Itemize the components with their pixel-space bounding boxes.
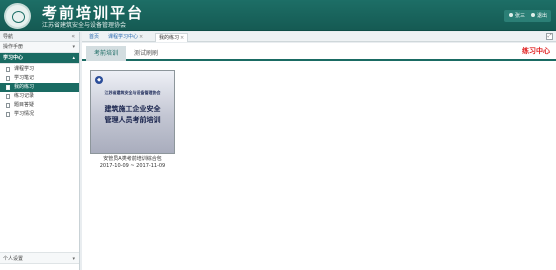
- user-label: 张三: [514, 13, 525, 19]
- tab-my-practice[interactable]: 我的练习×: [155, 33, 189, 42]
- subtab-quiz[interactable]: 测试刷刷: [128, 46, 164, 61]
- course-name: 安管员A类考前培训综合包: [103, 156, 162, 162]
- chevron-up-icon: ▴: [72, 55, 75, 61]
- chevron-down-icon: ▾: [72, 256, 75, 262]
- sidebar-header: 导航 «: [0, 32, 79, 42]
- top-header: 考前培训平台 江苏省建筑安全与设备管理协会 张三 退出: [0, 0, 556, 31]
- course-card[interactable]: ◆ 江苏省建筑安全与设备管理协会 建筑施工企业安全 管理人员考前培训: [90, 70, 175, 154]
- tab-home[interactable]: 首页: [86, 33, 102, 42]
- document-icon: [6, 76, 10, 81]
- nav-list: 课程学习 学习笔记 我的练习 练习记录 题目答疑 学习情况: [0, 64, 79, 119]
- sidebar-item-label: 我的练习: [14, 84, 35, 90]
- tab-label: 我的练习: [159, 35, 180, 41]
- chevron-down-icon: ▾: [72, 44, 75, 50]
- accordion-learning-label: 学习中心: [3, 55, 24, 61]
- sidebar-item-progress[interactable]: 学习情况: [0, 110, 79, 119]
- sidebar-item-course-study[interactable]: 课程学习: [0, 65, 79, 74]
- document-icon: [6, 94, 10, 99]
- close-icon[interactable]: ×: [139, 34, 143, 40]
- tab-course-center[interactable]: 课程学习中心×: [105, 33, 146, 42]
- logo-icon: [4, 3, 31, 29]
- sidebar-item-qa[interactable]: 题目答疑: [0, 101, 79, 110]
- close-icon[interactable]: ×: [180, 35, 184, 41]
- accordion-manual-label: 操作手册: [3, 44, 24, 50]
- sidebar-title: 导航: [3, 34, 14, 40]
- maximize-icon[interactable]: ⤢: [546, 33, 553, 40]
- tab-bar: 首页 课程学习中心× 我的练习× ⤢: [82, 32, 556, 42]
- accordion-personal[interactable]: 个人设置 ▾: [0, 252, 79, 264]
- document-icon: [6, 67, 10, 72]
- document-icon: [6, 103, 10, 108]
- accordion-learning[interactable]: 学习中心 ▴: [0, 53, 79, 64]
- sidebar-item-label: 学习笔记: [14, 75, 35, 81]
- section-title: 练习中心: [522, 47, 550, 55]
- sidebar-item-label: 题目答疑: [14, 102, 35, 108]
- course-caption[interactable]: 安管员A类考前培训综合包 2017-10-09 ~ 2017-11-09: [90, 156, 175, 170]
- card-title-line2: 管理人员考前培训: [104, 116, 161, 124]
- subtab-label: 测试刷刷: [133, 50, 158, 57]
- app-window: 考前培训平台 江苏省建筑安全与设备管理协会 张三 退出 导航 « 操作手册 ▾ …: [0, 0, 556, 270]
- sidebar-item-my-practice[interactable]: 我的练习: [0, 83, 79, 92]
- sidebar-item-label: 练习记录: [14, 93, 35, 99]
- tab-label: 课程学习中心: [108, 34, 139, 40]
- subtab-bar: 考前培训 测试刷刷 练习中心: [82, 43, 556, 61]
- sidebar-item-label: 课程学习: [14, 66, 35, 72]
- shield-icon: ◆: [95, 76, 103, 84]
- power-icon: [530, 13, 535, 17]
- tab-label: 首页: [89, 34, 100, 40]
- card-title-line1: 建筑施工企业安全: [104, 105, 161, 113]
- sidebar-item-notes[interactable]: 学习笔记: [0, 74, 79, 83]
- card-org: 江苏省建筑安全与设备管理协会: [104, 90, 161, 95]
- app-subtitle: 江苏省建筑安全与设备管理协会: [42, 22, 127, 29]
- main-content: 考前培训 测试刷刷 练习中心 ◆ 江苏省建筑安全与设备管理协会 建筑施工企业安全…: [82, 43, 556, 270]
- document-icon: [6, 112, 10, 117]
- subtab-pre-exam-training[interactable]: 考前培训: [86, 46, 126, 61]
- sidebar-item-label: 学习情况: [14, 111, 35, 117]
- course-dates: 2017-10-09 ~ 2017-11-09: [99, 163, 166, 169]
- subtab-label: 考前培训: [93, 50, 118, 57]
- exit-label: 退出: [536, 13, 547, 19]
- document-icon: [6, 85, 10, 90]
- exit-button[interactable]: 退出: [526, 10, 551, 22]
- sidebar-item-practice-records[interactable]: 练习记录: [0, 92, 79, 101]
- accordion-manual[interactable]: 操作手册 ▾: [0, 42, 79, 53]
- sidebar: 导航 « 操作手册 ▾ 学习中心 ▴ 课程学习 学习笔记 我的练习 练习记录 题…: [0, 32, 80, 270]
- user-icon: [508, 13, 513, 17]
- double-chevron-left-icon[interactable]: «: [71, 32, 75, 42]
- accordion-personal-label: 个人设置: [3, 256, 24, 262]
